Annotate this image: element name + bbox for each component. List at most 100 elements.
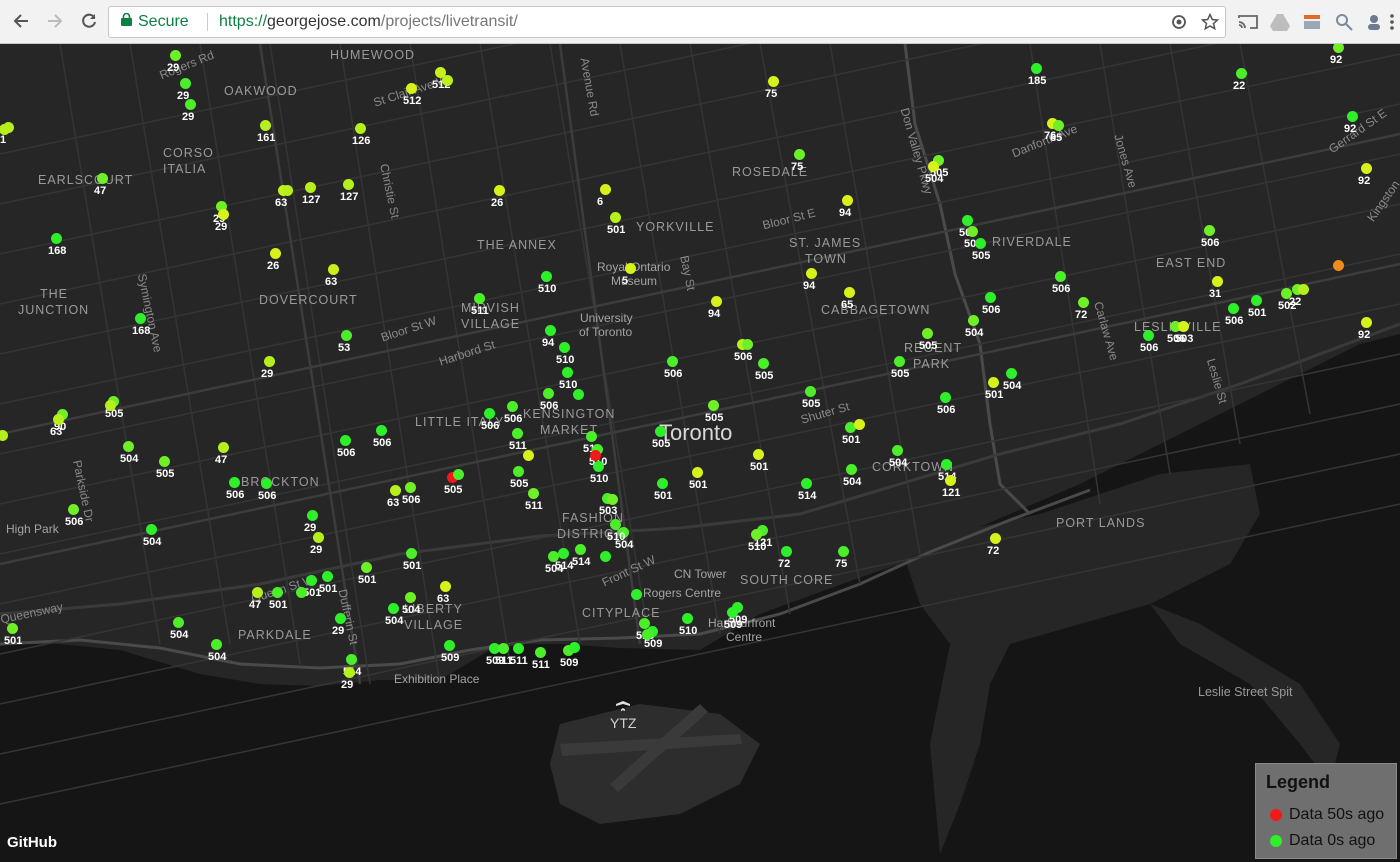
vehicle-marker[interactable] [752,448,764,460]
vehicle-marker[interactable] [493,184,505,196]
vehicle-marker[interactable] [473,292,485,304]
vehicle-marker[interactable] [522,449,534,461]
vehicle-marker[interactable] [343,666,355,678]
vehicle-marker[interactable] [295,586,307,598]
vehicle-marker[interactable] [340,329,352,341]
vehicle-marker[interactable] [210,638,222,650]
vehicle-marker[interactable] [389,484,401,496]
vehicle-marker[interactable] [281,184,293,196]
vehicle-marker[interactable] [599,550,611,562]
vehicle-marker[interactable] [987,376,999,388]
vehicle-marker[interactable] [780,545,792,557]
vehicle-marker[interactable] [841,194,853,206]
vehicle-marker[interactable] [961,214,973,226]
vehicle-marker[interactable] [1005,367,1017,379]
vehicle-marker[interactable] [574,543,586,555]
vehicle-marker[interactable] [540,270,552,282]
drive-icon[interactable] [1268,10,1292,34]
vehicle-marker[interactable] [1177,320,1189,332]
vehicle-marker[interactable] [52,413,64,425]
vehicle-marker[interactable] [1203,224,1215,236]
vehicle-marker[interactable] [158,455,170,467]
vehicle-marker[interactable] [360,561,372,573]
vehicle-marker[interactable] [263,355,275,367]
vehicle-marker[interactable] [750,528,762,540]
vehicle-marker[interactable] [845,463,857,475]
vehicle-marker[interactable] [589,449,601,461]
vehicle-marker[interactable] [805,267,817,279]
vehicle-marker[interactable] [558,341,570,353]
vehicle-marker[interactable] [404,591,416,603]
vehicle-marker[interactable] [641,628,653,640]
vehicle-marker[interactable] [511,427,523,439]
vehicle-marker[interactable] [624,262,636,274]
vehicle-marker[interactable] [512,642,524,654]
back-arrow-icon[interactable] [8,8,34,34]
vehicle-marker[interactable] [1030,62,1042,74]
vehicle-marker[interactable] [306,509,318,521]
vehicle-marker[interactable] [67,503,79,515]
vehicle-marker[interactable] [342,178,354,190]
vehicle-marker[interactable] [1235,67,1247,79]
vehicle-marker[interactable] [592,460,604,472]
vehicle-marker[interactable] [1142,329,1154,341]
vehicle-marker[interactable] [441,74,453,86]
vehicle-marker[interactable] [1346,110,1358,122]
vehicle-marker[interactable] [989,532,1001,544]
vehicle-marker[interactable] [557,547,569,559]
vehicle-marker[interactable] [707,399,719,411]
vehicle-marker[interactable] [387,602,399,614]
vehicle-marker[interactable] [1052,119,1064,131]
vehicle-marker[interactable] [544,324,556,336]
forward-arrow-icon[interactable] [42,8,68,34]
vehicle-marker[interactable] [1211,275,1223,287]
vehicle-marker[interactable] [6,622,18,634]
vehicle-marker[interactable] [0,123,10,135]
vehicle-marker[interactable] [1297,283,1309,295]
github-link[interactable]: GitHub [7,834,57,851]
extension-icon[interactable] [1300,10,1324,34]
vehicle-marker[interactable] [966,225,978,237]
vehicle-marker[interactable] [585,430,597,442]
vehicle-marker[interactable] [1332,259,1344,271]
vehicle-marker[interactable] [893,355,905,367]
vehicle-marker[interactable] [837,545,849,557]
vehicle-marker[interactable] [304,181,316,193]
vehicle-marker[interactable] [259,119,271,131]
vehicle-marker[interactable] [568,641,580,653]
vehicle-marker[interactable] [354,122,366,134]
vehicle-marker[interactable] [506,400,518,412]
vehicle-marker[interactable] [710,295,722,307]
vehicle-marker[interactable] [405,547,417,559]
vehicle-marker[interactable] [0,429,8,441]
vehicle-marker[interactable] [305,574,317,586]
vehicle-marker[interactable] [228,476,240,488]
vehicle-marker[interactable] [271,586,283,598]
vehicle-marker[interactable] [1250,294,1262,306]
vehicle-marker[interactable] [96,172,108,184]
vehicle-marker[interactable] [542,387,554,399]
vehicle-marker[interactable] [967,314,979,326]
vehicle-marker[interactable] [375,424,387,436]
vehicle-marker[interactable] [321,570,333,582]
vehicle-marker[interactable] [681,612,693,624]
vehicle-marker[interactable] [654,425,666,437]
star-icon[interactable] [1199,11,1221,33]
vehicle-marker[interactable] [1360,162,1372,174]
vehicle-marker[interactable] [327,263,339,275]
location-target-icon[interactable] [1168,11,1190,33]
vehicle-marker[interactable] [1280,287,1292,299]
vehicle-marker[interactable] [741,338,753,350]
search-extension-icon[interactable] [1332,10,1356,34]
reload-icon[interactable] [76,8,102,34]
vehicle-marker[interactable] [172,616,184,628]
vehicle-marker[interactable] [757,357,769,369]
vehicle-marker[interactable] [1077,296,1089,308]
vehicle-marker[interactable] [572,388,584,400]
vehicle-marker[interactable] [483,407,495,419]
vehicle-marker[interactable] [561,366,573,378]
vehicle-marker[interactable] [512,465,524,477]
vehicle-marker[interactable] [599,183,611,195]
vehicle-marker[interactable] [145,523,157,535]
vehicle-marker[interactable] [609,211,621,223]
